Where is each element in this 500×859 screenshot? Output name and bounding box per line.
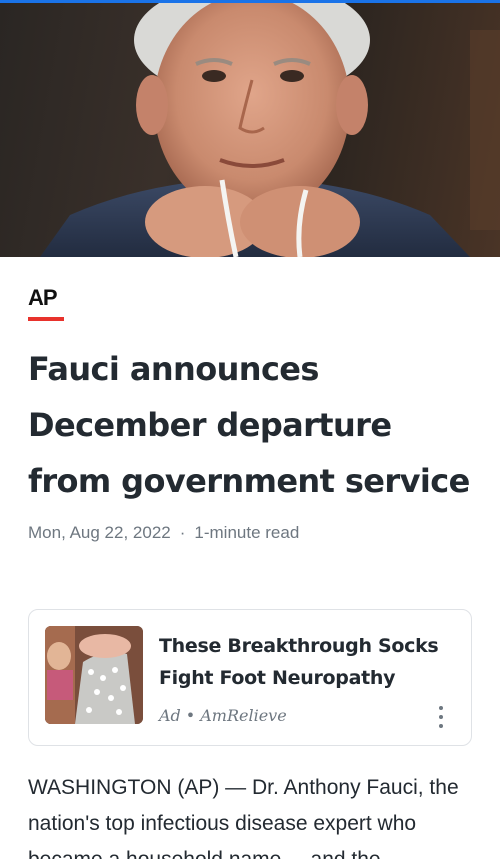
top-accent-bar [0, 0, 500, 3]
ad-separator: • [185, 706, 196, 725]
ad-title[interactable]: These Breakthrough Socks Fight Foot Neur… [159, 630, 444, 694]
ad-thumbnail[interactable] [45, 626, 143, 724]
article-header: AP Fauci announces December departure fr… [28, 285, 472, 543]
ad-card[interactable]: These Breakthrough Socks Fight Foot Neur… [28, 609, 472, 746]
article-meta: Mon, Aug 22, 2022 · 1-minute read [28, 523, 472, 543]
article-body: WASHINGTON (AP) — Dr. Anthony Fauci, the… [28, 776, 459, 859]
read-time: 1-minute read [194, 523, 300, 542]
hero-image[interactable] [0, 0, 500, 257]
hero-photo [40, 0, 500, 257]
meta-separator: · [179, 523, 186, 542]
ad-sponsor-name: AmRelieve [200, 706, 287, 725]
publisher-logo[interactable]: AP [28, 285, 58, 311]
ad-sponsor-line: Ad • AmRelieve [159, 706, 287, 725]
publisher-logo-underline [28, 317, 64, 321]
ad-thumbnail-image [45, 626, 143, 724]
menu-dot [439, 715, 443, 719]
menu-dot [439, 724, 443, 728]
more-vertical-icon[interactable] [433, 704, 449, 730]
article-headline: Fauci announces December departure from … [28, 350, 470, 500]
ad-label: Ad [159, 706, 181, 725]
article-date: Mon, Aug 22, 2022 [28, 523, 171, 542]
menu-dot [439, 706, 443, 710]
